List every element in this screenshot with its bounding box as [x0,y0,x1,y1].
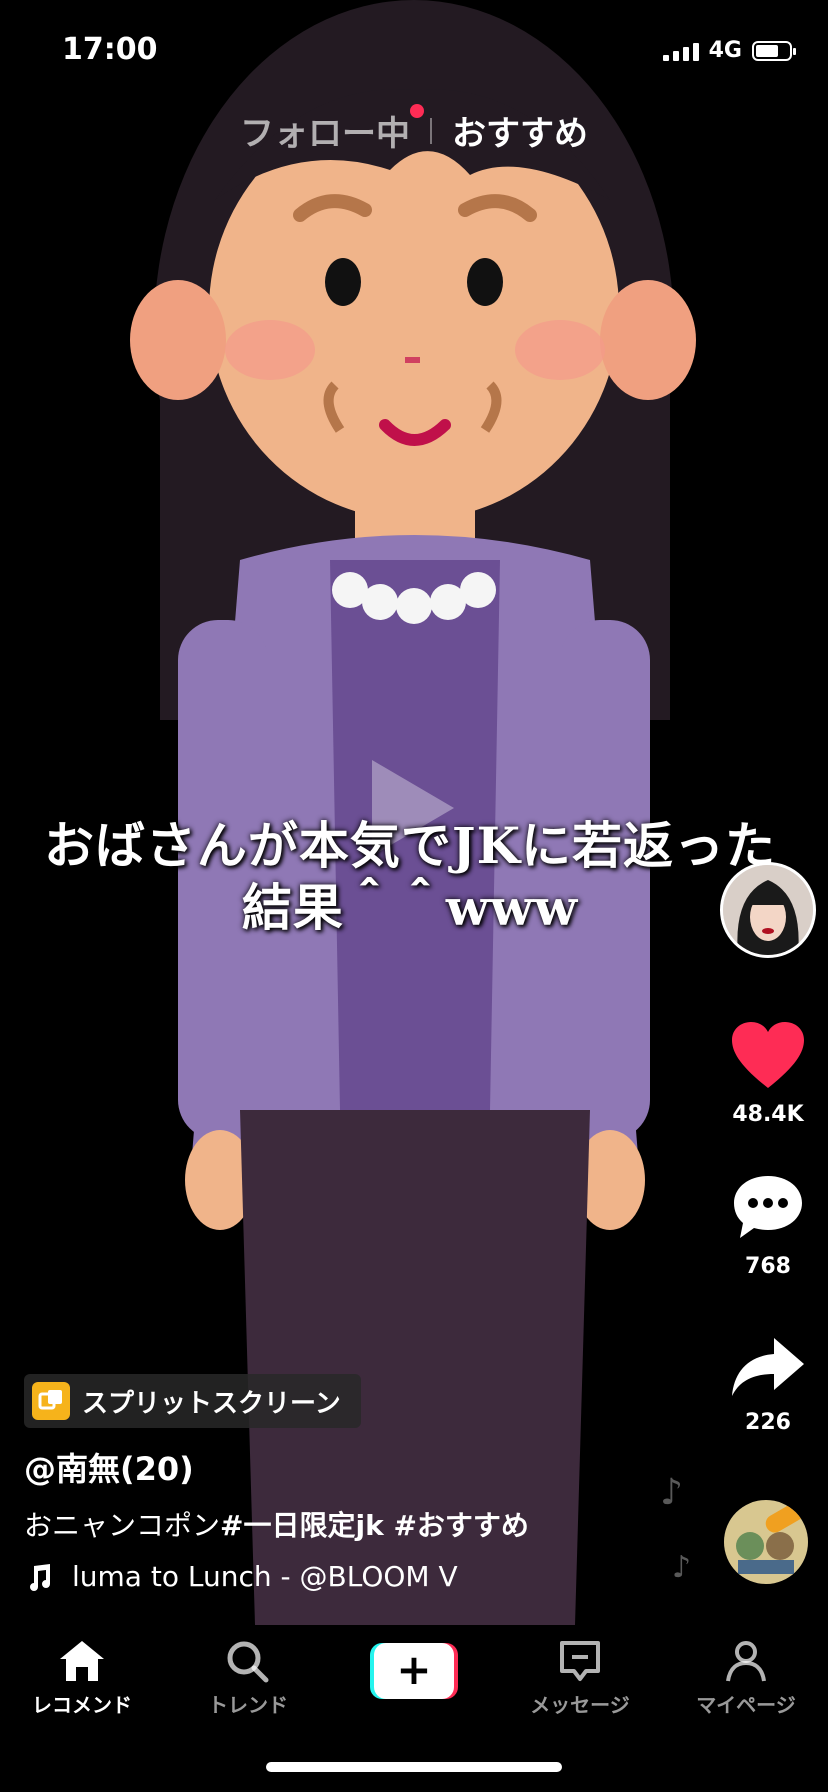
profile-icon [726,1641,766,1682]
tab-profile-label: マイページ [696,1693,796,1717]
like-button[interactable]: 48.4K [720,1020,816,1127]
avatar-image [723,865,813,955]
create-video-button[interactable]: + [370,1643,458,1699]
video-caption: おばさんが本気でJKに若返った結果＾＾www [43,816,777,937]
feed-tabs: フォロー中 おすすめ [0,104,828,155]
music-note-icon: ♪ [660,1472,683,1513]
tab-recommended[interactable]: おすすめ [452,106,588,155]
share-button[interactable]: 226 [720,1336,816,1435]
effect-label-text: スプリットスクリーン [82,1388,341,1419]
status-bar: 17:00 4G [0,28,828,72]
username[interactable]: @南無(20) [24,1444,194,1490]
search-icon [227,1641,269,1683]
comment-icon [734,1176,802,1238]
tab-profile[interactable]: マイページ [676,1639,816,1718]
tab-trend-label: トレンド [208,1693,288,1717]
share-icon [732,1338,804,1396]
video-description: おニャンコポン#一日限定jk #おすすめ [24,1504,529,1544]
battery-icon [752,40,796,61]
tab-messages[interactable]: メッセージ [510,1639,650,1718]
tab-messages-label: メッセージ [530,1693,630,1717]
comment-button[interactable]: 768 [720,1172,816,1279]
tab-home[interactable]: レコメンド [12,1639,152,1718]
like-count: 48.4K [732,1102,804,1127]
creator-avatar[interactable] [720,862,816,958]
split-screen-icon [32,1382,70,1420]
tab-following[interactable]: フォロー中 [240,104,424,155]
music-note-icon [30,1563,50,1591]
music-disc-thumbnail[interactable] [724,1500,808,1584]
music-info[interactable]: luma to Lunch - @BLOOM V [24,1560,482,1593]
home-indicator [266,1762,562,1772]
hashtags[interactable]: #一日限定jk #おすすめ [220,1509,529,1542]
description-text: おニャンコポン [24,1509,221,1542]
heart-icon [732,1022,804,1088]
share-count: 226 [745,1410,791,1435]
notification-dot [410,104,424,118]
tab-divider [430,117,432,144]
tab-trend[interactable]: トレンド [178,1639,318,1718]
tab-home-label: レコメンド [32,1693,132,1717]
network-type: 4G [708,38,742,63]
effect-label[interactable]: スプリットスクリーン [24,1374,361,1428]
tab-following-label: フォロー中 [240,114,410,154]
signal-icon [662,41,699,61]
plus-icon: + [374,1643,454,1699]
status-time: 17:00 [62,32,158,67]
album-art-image [724,1500,808,1584]
music-title: luma to Lunch - @BLOOM V [72,1560,458,1593]
message-icon [560,1641,600,1681]
home-icon [60,1641,104,1681]
music-note-icon: ♪ [672,1550,692,1585]
comment-count: 768 [745,1254,791,1279]
